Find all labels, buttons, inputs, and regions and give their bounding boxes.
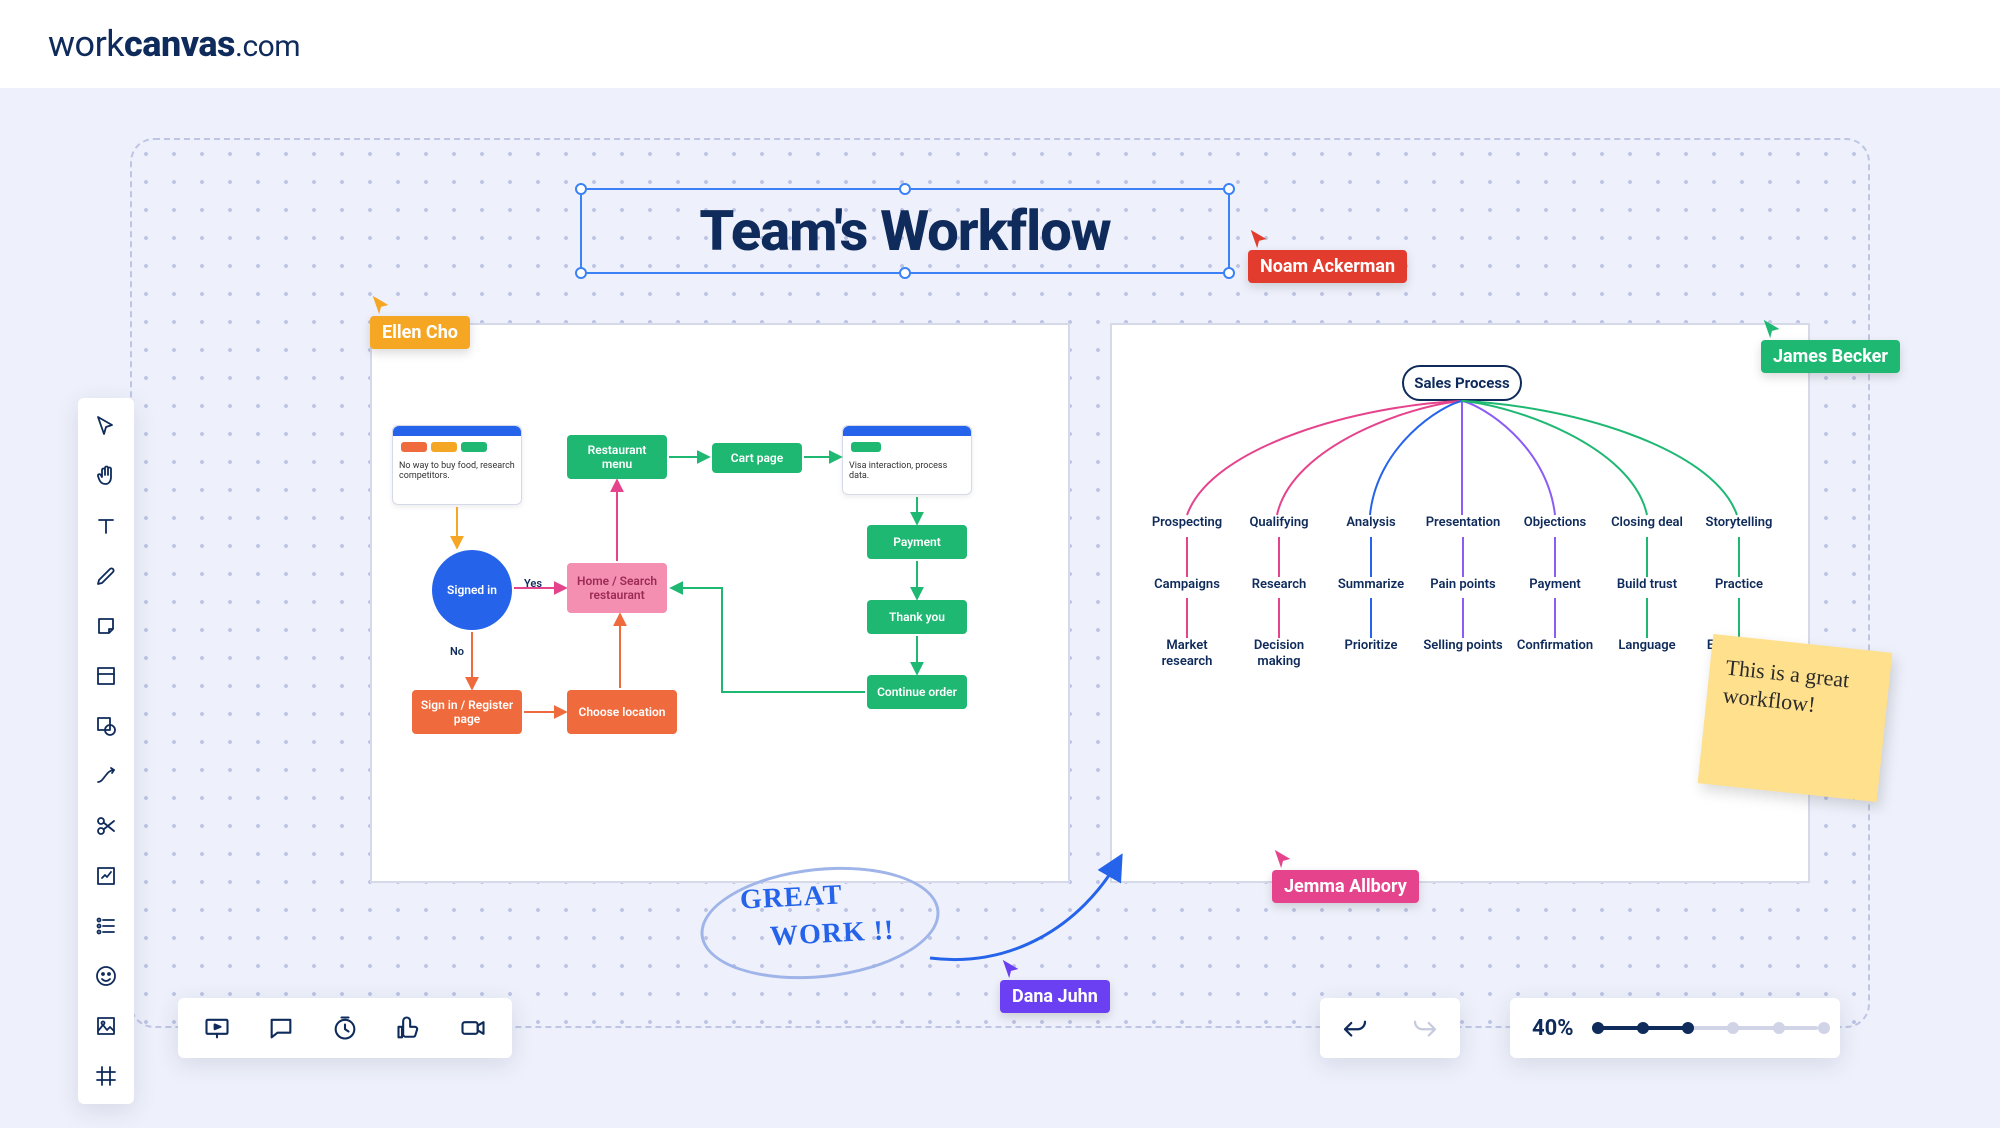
cursor-label-jemma: Jemma Allbory (1272, 870, 1419, 903)
connector-tool[interactable] (88, 758, 124, 794)
mindmap-branch[interactable]: Prospecting Campaigns Market research (1142, 515, 1232, 675)
hand-tool[interactable] (88, 458, 124, 494)
redo-button[interactable] (1405, 1008, 1445, 1048)
brand-domain: .com (235, 29, 300, 64)
checklist-tool[interactable] (88, 908, 124, 944)
node-payment[interactable]: Payment (867, 525, 967, 559)
shape-tool[interactable] (88, 708, 124, 744)
mindmap-branch[interactable]: Objections Payment Confirmation (1510, 515, 1600, 660)
mindmap-branch[interactable]: Qualifying Research Decision making (1234, 515, 1324, 675)
cursor-noam: Noam Ackerman (1248, 228, 1407, 283)
node-restaurant-menu[interactable]: Restaurant menu (567, 435, 667, 479)
undo-redo-bar (1320, 998, 1460, 1058)
left-toolbar (78, 398, 134, 1104)
node-thank-you[interactable]: Thank you (867, 600, 967, 634)
node-cart-page[interactable]: Cart page (712, 443, 802, 473)
resize-handle-tl[interactable] (575, 183, 587, 195)
cursor-label-james: James Becker (1761, 340, 1900, 373)
brand-bold: canvas (124, 23, 235, 65)
frame-tool[interactable] (88, 658, 124, 694)
resize-handle-br[interactable] (1223, 267, 1235, 279)
zoom-bar: 40% (1510, 998, 1840, 1058)
comment-button[interactable] (264, 1011, 298, 1045)
mindmap-root[interactable]: Sales Process (1402, 365, 1522, 401)
brand-logo: workcanvas.com (48, 23, 300, 65)
mindmap-branch[interactable]: Closing deal Build trust Language (1602, 515, 1692, 660)
label-no: No (450, 645, 464, 658)
text-tool[interactable] (88, 508, 124, 544)
node-choose-location[interactable]: Choose location (567, 690, 677, 734)
zoom-slider[interactable] (1592, 1026, 1818, 1030)
cursor-jemma: Jemma Allbory (1272, 848, 1419, 903)
emoji-tool[interactable] (88, 958, 124, 994)
cursor-label-ellen: Ellen Cho (370, 316, 470, 349)
node-sign-in-register[interactable]: Sign in / Register page (412, 690, 522, 734)
timer-button[interactable] (328, 1011, 362, 1045)
frame-mindmap[interactable]: Sales Process Prospecting Campaigns Mark… (1110, 323, 1810, 883)
mindmap-branch[interactable]: Presentation Pain points Selling points (1418, 515, 1508, 660)
card-text: No way to buy food, research competitors… (399, 461, 515, 481)
chart-tool[interactable] (88, 858, 124, 894)
sticky-tool[interactable] (88, 608, 124, 644)
undo-button[interactable] (1335, 1008, 1375, 1048)
zoom-level: 40% (1532, 1016, 1574, 1041)
sticky-note[interactable]: This is a great workflow! (1698, 634, 1893, 802)
handwriting-line1: GREAT (739, 881, 843, 914)
node-signed-in[interactable]: Signed in (432, 550, 512, 630)
bottom-left-toolbar (178, 998, 512, 1058)
node-home-search[interactable]: Home / Search restaurant (567, 563, 667, 613)
grid-tool[interactable] (88, 1058, 124, 1094)
brand-pre: work (48, 23, 124, 65)
card2-text: Visa interaction, process data. (849, 461, 965, 481)
sticky-card-interaction[interactable]: Visa interaction, process data. (842, 425, 972, 495)
app-header: workcanvas.com (0, 0, 2000, 88)
stage: Team's Workflow No way to buy food, rese… (0, 88, 2000, 1128)
image-tool[interactable] (88, 1008, 124, 1044)
canvas-title[interactable]: Team's Workflow (699, 198, 1110, 264)
cursor-dana: Dana Juhn (1000, 958, 1110, 1013)
resize-handle-tm[interactable] (899, 183, 911, 195)
cursor-ellen: Ellen Cho (370, 294, 470, 349)
record-button[interactable] (456, 1011, 490, 1045)
resize-handle-bm[interactable] (899, 267, 911, 279)
frame-flowchart[interactable]: No way to buy food, research competitors… (370, 323, 1070, 883)
pen-tool[interactable] (88, 558, 124, 594)
cursor-james: James Becker (1761, 318, 1900, 373)
mindmap-branch[interactable]: Analysis Summarize Prioritize (1326, 515, 1416, 660)
label-yes: Yes (524, 577, 542, 590)
cursor-label-noam: Noam Ackerman (1248, 250, 1407, 283)
reactions-button[interactable] (392, 1011, 426, 1045)
sticky-note-text: This is a great workflow! (1722, 655, 1851, 717)
canvas-title-selected[interactable]: Team's Workflow (580, 188, 1230, 274)
resize-handle-tr[interactable] (1223, 183, 1235, 195)
node-continue-order[interactable]: Continue order (867, 675, 967, 709)
sticky-card-research[interactable]: No way to buy food, research competitors… (392, 425, 522, 505)
cursor-label-dana: Dana Juhn (1000, 980, 1110, 1013)
scissors-tool[interactable] (88, 808, 124, 844)
handwriting-line2: WORK !! (769, 917, 895, 951)
pointer-tool[interactable] (88, 408, 124, 444)
present-button[interactable] (200, 1011, 234, 1045)
resize-handle-bl[interactable] (575, 267, 587, 279)
